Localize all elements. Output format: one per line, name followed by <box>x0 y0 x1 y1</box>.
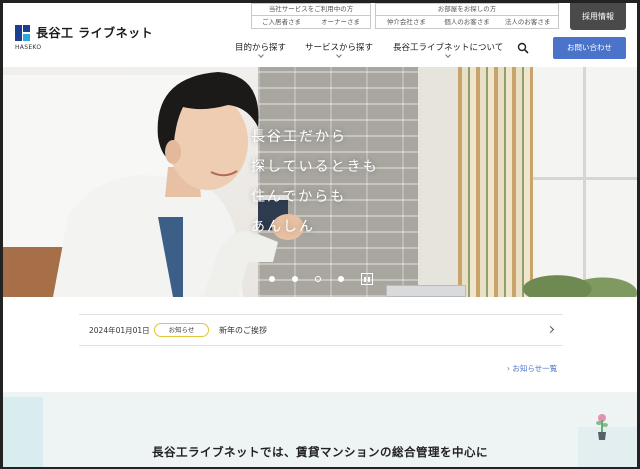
news-title: 新年のご挨拶 <box>219 326 267 335</box>
logo[interactable]: HASEKO 長谷工 ライブネット <box>15 24 154 51</box>
intro-section: 長谷工ライブネットでは、賃貸マンションの総合管理を中心に <box>3 392 637 467</box>
link-individuals[interactable]: 個人のお客さま <box>437 16 498 29</box>
laptop-image <box>386 285 466 297</box>
plant-illustration-icon <box>596 414 608 440</box>
link-owners[interactable]: オーナーさま <box>311 16 370 29</box>
current-users-title: 当社サービスをご利用中の方 <box>252 4 370 16</box>
hero-line-4: あんしん <box>251 219 315 235</box>
chevron-right-icon <box>546 325 555 334</box>
hero-slider: 長谷工だから 探しているときも 住んでからも あんしん <box>3 67 637 297</box>
current-users-links: 当社サービスをご利用中の方 ご入居者さま オーナーさま <box>251 3 371 29</box>
pause-icon[interactable] <box>361 273 373 285</box>
link-residents[interactable]: ご入居者さま <box>252 16 311 29</box>
hero-line-1: 長谷工だから <box>251 129 347 145</box>
nav-purpose[interactable]: 目的から探す <box>235 41 286 58</box>
hero-line-3: 住んでからも <box>251 189 347 205</box>
hero-line-2: 探しているときも <box>251 159 379 175</box>
room-seekers-title: お部屋をお探しの方 <box>376 4 558 16</box>
news-list-link[interactable]: › お知らせ一覧 <box>507 363 557 374</box>
intro-heading: 長谷工ライブネットでは、賃貸マンションの総合管理を中心に <box>152 445 488 459</box>
news-date: 2024年01月01日 <box>89 326 150 335</box>
news-category-badge: お知らせ <box>154 323 209 337</box>
slider-dot-3[interactable] <box>315 276 321 282</box>
news-list-label: お知らせ一覧 <box>512 364 558 373</box>
logo-text: 長谷工 ライブネット <box>36 26 154 40</box>
slider-dot-1[interactable] <box>269 276 275 282</box>
news-item[interactable]: 2024年01月01日 お知らせ 新年のご挨拶 <box>79 314 563 346</box>
page: HASEKO 長谷工 ライブネット 当社サービスをご利用中の方 ご入居者さま オ… <box>3 3 637 467</box>
search-icon[interactable] <box>517 42 529 54</box>
nav-about[interactable]: 長谷工ライブネットについて <box>393 41 503 58</box>
nav-services[interactable]: サービスから探す <box>305 41 373 58</box>
chevron-down-icon <box>336 52 342 58</box>
slider-dots <box>269 273 373 285</box>
recruit-button[interactable]: 採用情報 <box>570 3 626 30</box>
chevron-down-icon <box>257 52 264 58</box>
room-seekers-links: お部屋をお探しの方 仲介会社さま 個人のお客さま 法人のお客さま <box>375 3 559 29</box>
link-corporate[interactable]: 法人のお客さま <box>497 16 558 29</box>
hero-catchcopy: 長谷工だから 探しているときも 住んでからも あんしん <box>251 122 379 242</box>
site-header: HASEKO 長谷工 ライブネット 当社サービスをご利用中の方 ご入居者さま オ… <box>3 3 637 67</box>
logo-sub-text: HASEKO <box>15 43 42 51</box>
link-brokers[interactable]: 仲介会社さま <box>376 16 437 29</box>
contact-button[interactable]: お問い合わせ <box>553 37 626 59</box>
slider-dot-4[interactable] <box>338 276 344 282</box>
chevron-down-icon <box>445 52 451 58</box>
slider-dot-2[interactable] <box>292 276 298 282</box>
logo-mark-icon: HASEKO <box>15 24 41 51</box>
